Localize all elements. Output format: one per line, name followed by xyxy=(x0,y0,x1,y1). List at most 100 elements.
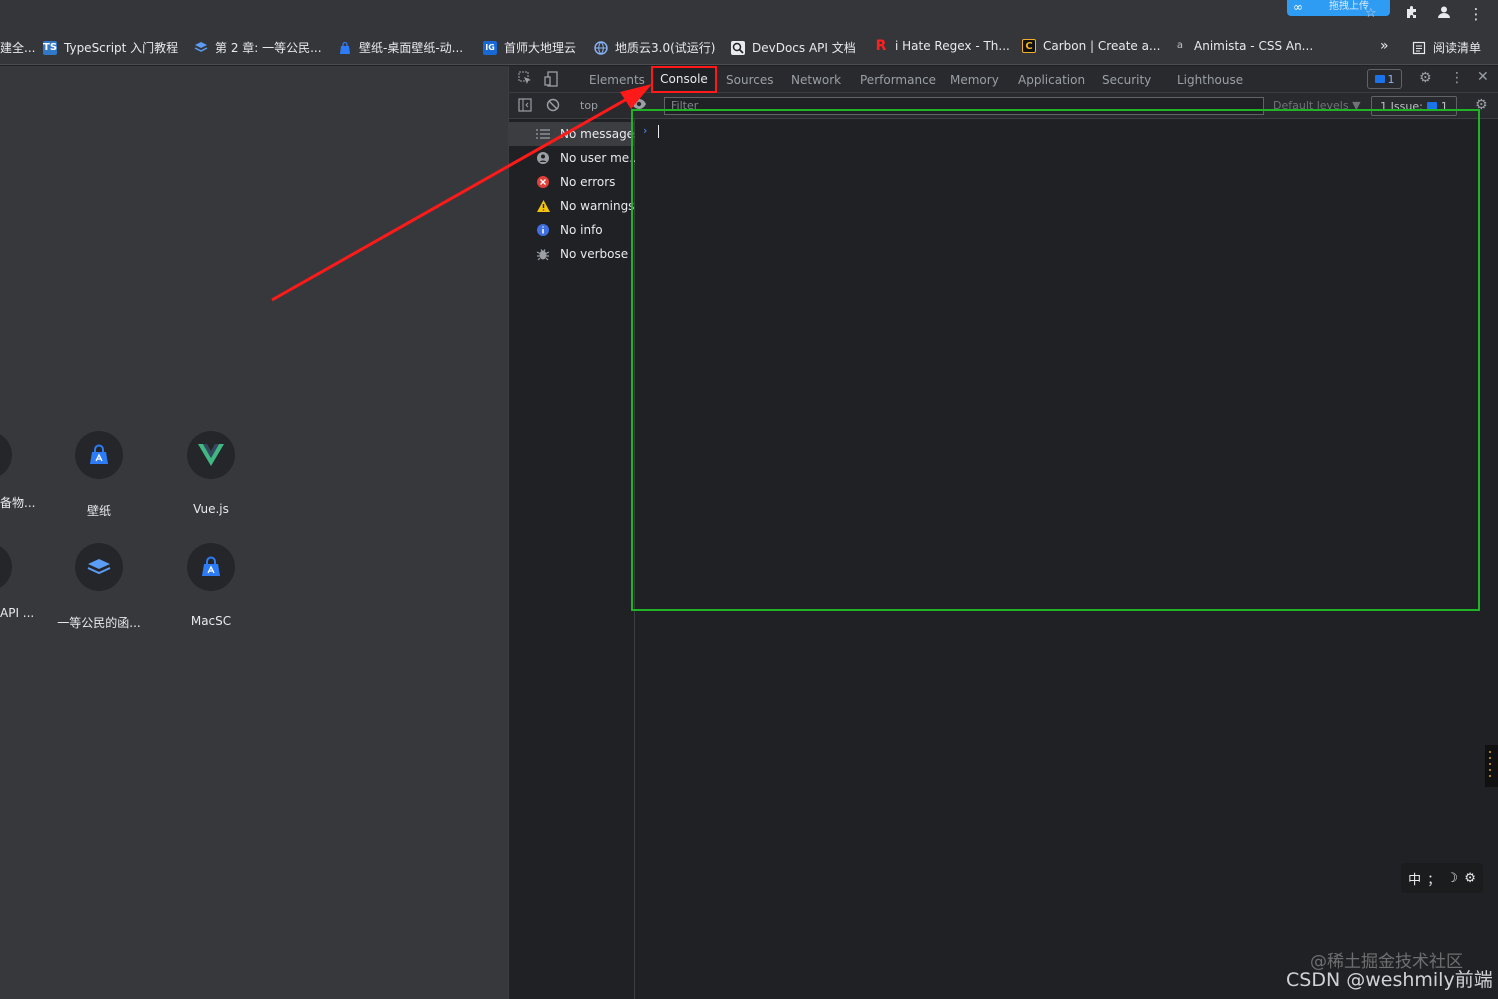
tab-application[interactable]: Application xyxy=(1018,73,1085,87)
bookmark-item[interactable]: DevDocs API 文档 xyxy=(731,39,856,56)
bookmark-item[interactable]: 壁纸-桌面壁纸-动... xyxy=(338,39,463,56)
bookmark-label: TypeScript 入门教程 xyxy=(64,41,179,55)
ime-settings-gear-icon[interactable]: ⚙ xyxy=(1464,871,1476,886)
app-tile-label-partial: 备物... xyxy=(0,496,36,510)
bookmark-item[interactable]: IG 首师大地理云 xyxy=(483,39,576,56)
app-tile-icon-partial[interactable] xyxy=(0,543,12,591)
sidebar-item-label: No errors xyxy=(560,175,616,189)
bookmark-label: 首师大地理云 xyxy=(504,41,577,55)
tab-sources[interactable]: Sources xyxy=(726,73,773,87)
console-input-area[interactable]: › xyxy=(631,109,1480,611)
extensions-puzzle-icon[interactable] xyxy=(1402,5,1422,23)
ime-toolbar[interactable]: 中 ； ☽ ⚙ xyxy=(1401,863,1483,893)
bookmark-label: 建全... xyxy=(0,41,36,55)
reading-list-icon xyxy=(1412,41,1426,55)
browser-menu-icon[interactable]: ⋮ xyxy=(1466,5,1486,23)
geocloud-icon: IG xyxy=(483,40,497,55)
message-icon xyxy=(1374,75,1385,83)
page-content: 备物... API ... 壁纸 Vue.js 一等公民的函... MacSC xyxy=(0,66,508,999)
bug-icon xyxy=(535,246,551,262)
tab-console[interactable]: Console xyxy=(651,66,717,93)
sidebar-item-user-messages[interactable]: No user me... xyxy=(509,146,635,170)
app-tile-vuejs[interactable]: Vue.js xyxy=(161,431,261,516)
devtools-tab-bar: Elements Console Sources Network Perform… xyxy=(509,66,1498,93)
ime-moon-icon[interactable]: ☽ xyxy=(1446,871,1458,886)
tab-memory[interactable]: Memory xyxy=(950,73,999,87)
tab-elements[interactable]: Elements xyxy=(589,73,645,87)
app-tile-label: MacSC xyxy=(190,614,232,628)
execution-context-select[interactable]: top xyxy=(580,99,598,112)
app-tile-wallpaper[interactable]: 壁纸 xyxy=(49,431,149,519)
ime-language-toggle[interactable]: 中 xyxy=(1408,869,1421,888)
app-tile-label: 壁纸 xyxy=(86,504,111,518)
close-icon[interactable]: ✕ xyxy=(1477,69,1489,85)
sidebar-item-label: No verbose xyxy=(560,247,629,261)
app-store-icon xyxy=(338,41,352,55)
issues-count: 1 xyxy=(1387,72,1395,86)
browser-top-bar: ∞ 拖拽上传 ☆ ⋮ xyxy=(0,0,1498,30)
sidebar-item-label: No user me... xyxy=(560,151,635,165)
app-tile-functions[interactable]: 一等公民的函... xyxy=(49,543,149,631)
sidebar-item-warnings[interactable]: No warnings xyxy=(509,194,635,218)
sidebar-toggle-icon[interactable] xyxy=(518,98,532,116)
sidebar-item-verbose[interactable]: No verbose xyxy=(509,242,635,266)
reading-list-button[interactable]: 阅读清单 xyxy=(1412,39,1481,56)
device-toolbar-icon[interactable] xyxy=(544,71,558,91)
animista-icon: a xyxy=(1176,40,1184,51)
devdocs-icon xyxy=(731,40,745,55)
warning-icon xyxy=(535,198,551,214)
bookmark-label: 第 2 章: 一等公民... xyxy=(215,41,322,55)
bookmark-item[interactable]: C Carbon | Create a... xyxy=(1022,39,1160,53)
app-tile-label: Vue.js xyxy=(193,502,229,516)
console-sidebar: No messages No user me... No errors No w… xyxy=(509,119,635,999)
user-icon xyxy=(535,150,551,166)
sidebar-item-label: No warnings xyxy=(560,199,635,213)
clear-console-icon[interactable] xyxy=(546,98,560,116)
bookmarks-bar: 建全... TS TypeScript 入门教程 第 2 章: 一等公民... … xyxy=(0,30,1498,65)
bookmarks-overflow-chevron[interactable]: » xyxy=(1380,38,1389,54)
app-store-icon xyxy=(75,431,123,479)
bookmark-item[interactable]: 第 2 章: 一等公民... xyxy=(194,39,322,56)
app-tile-label: 一等公民的函... xyxy=(57,616,141,630)
app-tile-label-partial: API ... xyxy=(0,606,35,620)
bookmark-item[interactable]: R i Hate Regex - Th... xyxy=(874,39,1010,53)
bookmark-item[interactable]: a Animista - CSS An... xyxy=(1173,39,1313,53)
tab-security[interactable]: Security xyxy=(1102,73,1151,87)
globe-icon xyxy=(594,40,608,55)
app-tile-macsc[interactable]: MacSC xyxy=(161,543,261,628)
bookmark-item[interactable]: 地质云3.0(试运行) xyxy=(594,39,715,56)
settings-gear-icon[interactable]: ⚙ xyxy=(1419,70,1432,86)
infinity-logo-icon: ∞ xyxy=(1293,0,1303,14)
bookmark-item[interactable]: 建全... xyxy=(0,39,35,56)
devtools-panel: Elements Console Sources Network Perform… xyxy=(508,66,1498,999)
sidebar-item-label: No messages xyxy=(560,127,635,141)
sidebar-item-messages[interactable]: No messages xyxy=(509,122,635,146)
bookmark-label: 地质云3.0(试运行) xyxy=(615,41,716,55)
book-stack-icon xyxy=(194,41,208,55)
ime-punctuation-toggle[interactable]: ； xyxy=(1427,869,1440,888)
regex-r-icon: R xyxy=(875,38,887,54)
bookmark-label: Animista - CSS An... xyxy=(1194,39,1314,53)
carbon-icon: C xyxy=(1022,39,1036,53)
tab-lighthouse[interactable]: Lighthouse xyxy=(1177,73,1243,87)
tab-performance[interactable]: Performance xyxy=(860,73,936,87)
star-icon[interactable]: ☆ xyxy=(1365,6,1377,21)
bookmark-label: DevDocs API 文档 xyxy=(752,41,856,55)
bookmark-item[interactable]: TS TypeScript 入门教程 xyxy=(43,39,178,56)
sidebar-item-info[interactable]: No info xyxy=(509,218,635,242)
more-options-icon[interactable]: ⋮ xyxy=(1450,70,1464,86)
side-scroll-handle[interactable] xyxy=(1485,745,1498,787)
book-stack-icon xyxy=(75,543,123,591)
profile-avatar-icon[interactable] xyxy=(1434,5,1454,23)
tab-network[interactable]: Network xyxy=(791,73,841,87)
app-tile-icon-partial[interactable] xyxy=(0,431,12,479)
csdn-watermark: CSDN @weshmily前端 xyxy=(1286,969,1493,991)
info-icon xyxy=(535,222,551,238)
issues-badge-button[interactable]: 1 xyxy=(1367,69,1402,89)
typescript-icon: TS xyxy=(43,40,58,55)
sidebar-item-errors[interactable]: No errors xyxy=(509,170,635,194)
vue-logo-icon xyxy=(187,431,235,479)
inspect-element-icon[interactable] xyxy=(518,71,532,89)
error-icon xyxy=(535,174,551,190)
reading-list-label: 阅读清单 xyxy=(1433,41,1482,55)
